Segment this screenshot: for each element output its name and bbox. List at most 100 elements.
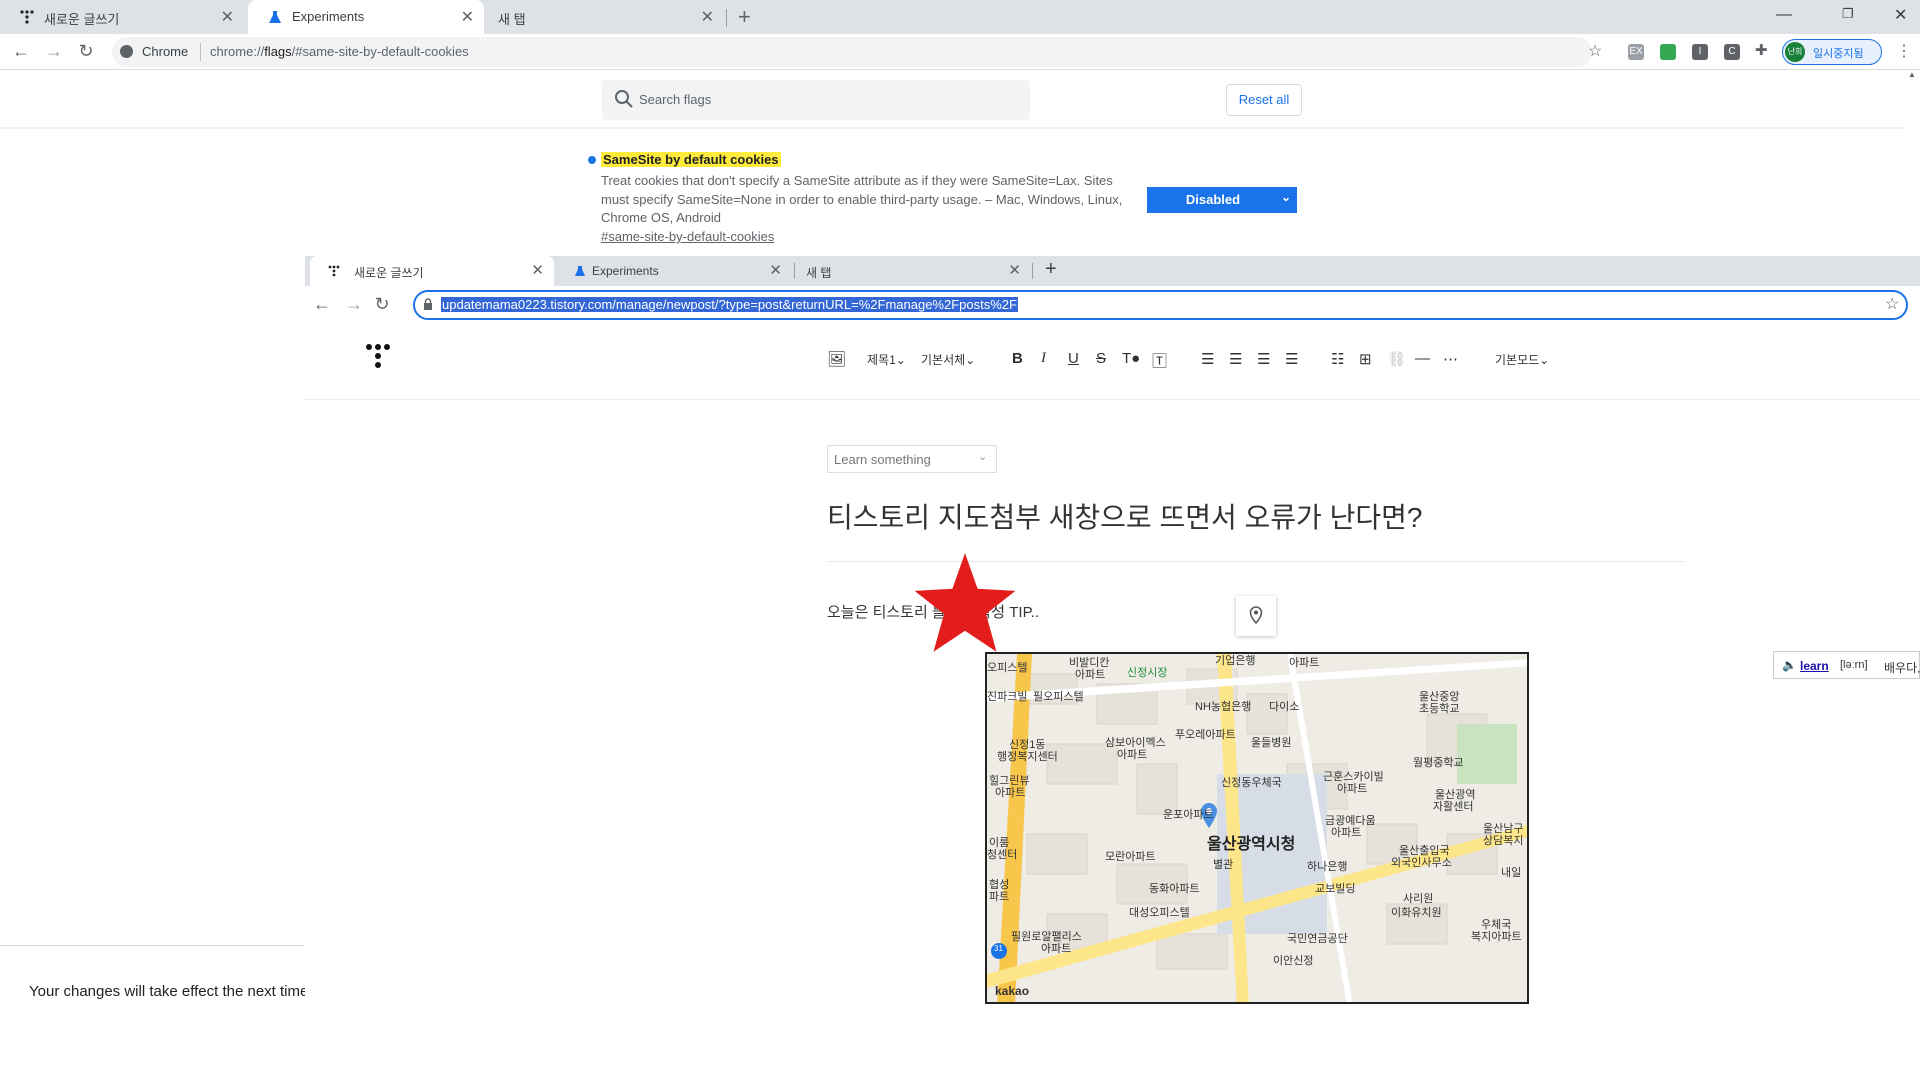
map-label: 월평중학교	[1413, 757, 1464, 769]
bookmark-star-icon[interactable]: ☆	[1588, 41, 1602, 61]
more-menu-icon[interactable]: ⋮	[1896, 41, 1912, 61]
more-icon[interactable]: ⋯	[1443, 350, 1458, 368]
close-icon[interactable]: ✕	[769, 261, 782, 279]
new-tab-button[interactable]: +	[1045, 258, 1057, 281]
map-label: 별관	[1213, 859, 1234, 871]
strikethrough-icon[interactable]: S	[1096, 350, 1106, 367]
horizontal-rule-icon[interactable]: —	[1415, 350, 1430, 367]
flag-state-select[interactable]: Disabled ⌄	[1147, 187, 1297, 213]
map-label: 동화아파트	[1149, 883, 1200, 895]
scrollbar[interactable]: ▲	[1905, 70, 1920, 256]
image-icon[interactable]: 🖼	[827, 350, 846, 368]
underline-icon[interactable]: U	[1068, 350, 1079, 367]
align-justify-icon[interactable]: ☰	[1285, 350, 1298, 368]
map-label-center: 울산광역시청	[1207, 836, 1296, 853]
category-select[interactable]: Learn something ⌄	[827, 445, 997, 473]
kakao-logo: kakao	[995, 984, 1030, 998]
back-button[interactable]: ←	[311, 294, 333, 315]
close-icon[interactable]: ✕	[531, 261, 544, 279]
map-label: 행정복지센터	[997, 751, 1058, 763]
close-icon[interactable]: ✕	[1008, 261, 1021, 279]
bullet-list-icon[interactable]: ☷	[1331, 350, 1344, 368]
map-label: 진파크빌	[987, 691, 1028, 703]
speaker-icon[interactable]: 🔈	[1782, 658, 1797, 672]
map-label: 아파트	[995, 787, 1026, 799]
reload-button[interactable]: ↻	[371, 294, 393, 315]
map-label: NH농협은행	[1195, 701, 1252, 713]
tistory-icon	[328, 265, 340, 277]
heading-select[interactable]: 제목1⌄	[867, 351, 906, 368]
mode-select[interactable]: 기본모드⌄	[1495, 351, 1549, 368]
map-label: 모란아파트	[1105, 851, 1156, 863]
text-color-icon[interactable]: T●	[1122, 350, 1140, 367]
outer-tab-new-post[interactable]: 새로운 글쓰기 ✕	[0, 0, 244, 34]
avatar: 난희	[1785, 42, 1805, 62]
profile-label: 일시중지됨	[1813, 48, 1864, 60]
forward-button[interactable]: →	[343, 294, 365, 315]
tistory-icon	[20, 10, 34, 24]
outer-tab-strip: 새로운 글쓰기 ✕ Experiments ✕ 새 탭 ✕ + — ❐ ✕	[0, 0, 1920, 34]
align-left-icon[interactable]: ☰	[1201, 350, 1214, 368]
reset-all-button[interactable]: Reset all	[1226, 84, 1302, 116]
restore-button[interactable]: ❐	[1842, 6, 1854, 22]
font-select[interactable]: 기본서체⌄	[921, 351, 975, 368]
dict-phonetic: [ləːrn]	[1840, 659, 1868, 671]
outer-toolbar: ← → ↻ Chrome chrome://flags/#same-site-b…	[0, 34, 1920, 70]
flags-search-input[interactable]: Search flags	[602, 80, 1030, 120]
map-label: 하나은행	[1307, 861, 1348, 873]
map-label: 파트	[989, 891, 1010, 903]
outer-tab-new-tab[interactable]: 새 탭 ✕	[484, 0, 724, 34]
new-tab-button[interactable]: +	[738, 4, 751, 30]
text-background-icon[interactable]: 🅃	[1152, 350, 1167, 371]
map-label: 아파트	[1075, 669, 1106, 681]
map-label: 이안신정	[1273, 955, 1314, 967]
footer-divider	[0, 945, 305, 946]
inner-tab-new-tab[interactable]: 새 탭 ✕	[795, 256, 1031, 286]
location-pin-icon	[1249, 606, 1263, 629]
map-label: 울들병원	[1251, 737, 1292, 749]
modified-indicator-dot	[588, 156, 596, 164]
dictionary-popup[interactable]: 🔈 learn [ləːrn] 배우다,	[1773, 651, 1920, 679]
italic-icon[interactable]: I	[1041, 350, 1046, 367]
table-icon[interactable]: ⊞	[1359, 350, 1372, 368]
close-icon[interactable]: ✕	[461, 7, 474, 27]
link-icon[interactable]: ⛓	[1387, 350, 1406, 368]
profile-button[interactable]: 난희 일시중지됨	[1782, 39, 1882, 65]
map-pin-button[interactable]	[1236, 596, 1276, 636]
map-image[interactable]: 울산광역시청 오피스텔 비발디칸 아파트 신정시장 기업은행 아파트 진파크빌 …	[985, 652, 1529, 1004]
reload-button[interactable]: ↻	[75, 41, 97, 62]
clipboard-icon[interactable]	[1660, 44, 1676, 60]
flags-header-divider	[0, 127, 1905, 129]
tistory-logo-icon[interactable]	[365, 342, 393, 379]
bookmark-star-icon[interactable]: ☆	[1885, 294, 1899, 314]
back-button[interactable]: ←	[10, 41, 32, 62]
outer-tab-experiments[interactable]: Experiments ✕	[248, 0, 484, 34]
omnibox-url: chrome://flags/#same-site-by-default-coo…	[210, 44, 469, 59]
forward-button[interactable]: →	[43, 41, 65, 62]
inner-url-text: updatemama0223.tistory.com/manage/newpos…	[441, 297, 1018, 312]
inner-tab-experiments[interactable]: Experiments ✕	[556, 256, 792, 286]
i-icon[interactable]: I	[1692, 44, 1708, 60]
map-label: 신정시장	[1127, 667, 1168, 679]
dict-word[interactable]: learn	[1800, 659, 1829, 673]
map-label: 기업은행	[1215, 655, 1256, 667]
post-title-input[interactable]: 티스토리 지도첨부 새창으로 뜨면서 오류가 난다면?	[827, 496, 1422, 536]
map-label: 자활센터	[1433, 801, 1474, 813]
category-value: Learn something	[834, 452, 931, 467]
bold-icon[interactable]: B	[1012, 350, 1023, 367]
inner-address-bar[interactable]: updatemama0223.tistory.com/manage/newpos…	[413, 290, 1908, 320]
outer-address-bar[interactable]: Chrome chrome://flags/#same-site-by-defa…	[112, 37, 1602, 67]
align-center-icon[interactable]: ☰	[1229, 350, 1242, 368]
close-icon[interactable]: ✕	[701, 7, 714, 27]
c-icon[interactable]: C	[1724, 44, 1740, 60]
scroll-up-icon[interactable]: ▲	[1908, 70, 1916, 79]
inner-tab-new-post[interactable]: 새로운 글쓰기 ✕	[310, 256, 554, 286]
minimize-button[interactable]: —	[1776, 6, 1792, 24]
puzzle-icon[interactable]: ✚	[1755, 41, 1768, 59]
align-right-icon[interactable]: ☰	[1257, 350, 1270, 368]
close-window-button[interactable]: ✕	[1894, 5, 1907, 25]
close-icon[interactable]: ✕	[221, 7, 234, 27]
ex-icon[interactable]: EX	[1628, 44, 1644, 60]
flag-permalink[interactable]: #same-site-by-default-cookies	[601, 229, 774, 244]
inner-browser-window: 새로운 글쓰기 ✕ Experiments ✕ 새 탭 ✕ + ← → ↻ up…	[305, 256, 1920, 1080]
